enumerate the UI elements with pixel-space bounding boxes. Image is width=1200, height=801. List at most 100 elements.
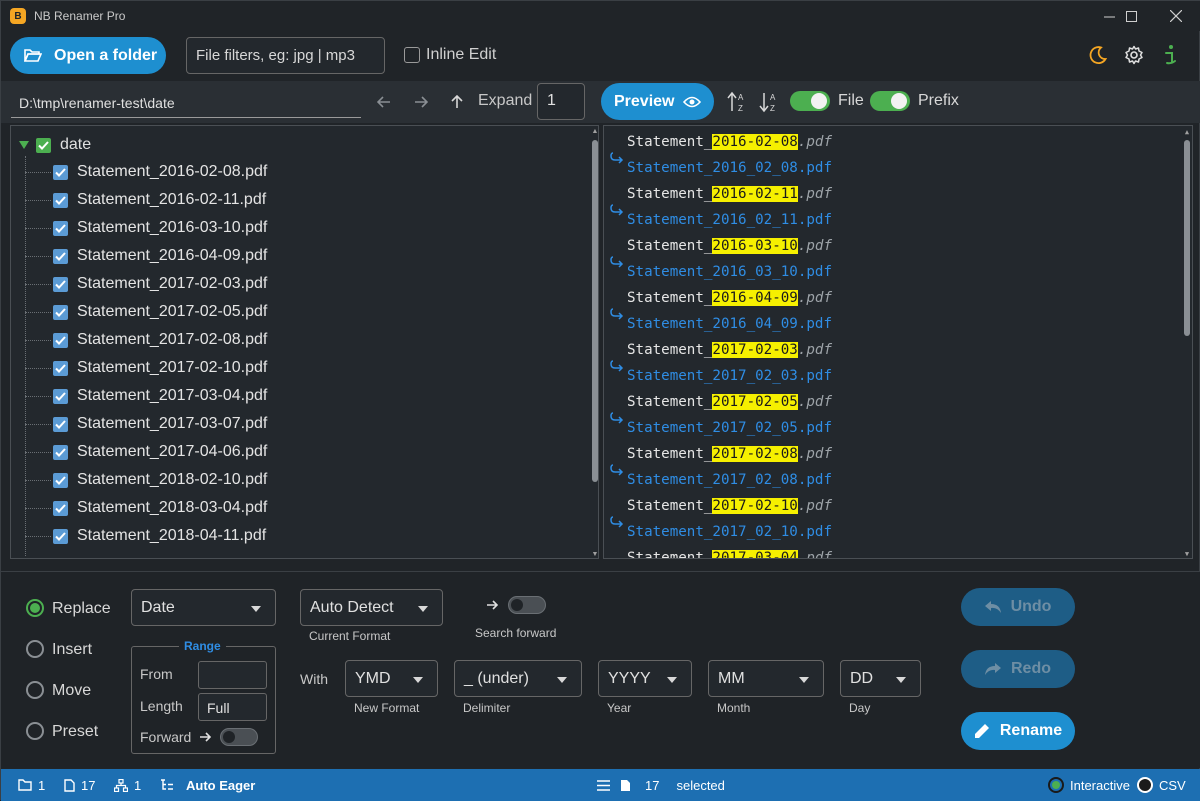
- replace-type-value: Date: [141, 599, 175, 616]
- preview-button[interactable]: Preview: [601, 83, 714, 120]
- info-icon[interactable]: [1159, 44, 1181, 66]
- tree-file-item[interactable]: Statement_2017-02-03.pdf: [25, 273, 267, 295]
- current-format-select[interactable]: Auto Detect: [300, 589, 443, 626]
- file-checkbox[interactable]: [53, 304, 68, 320]
- insert-radio[interactable]: [26, 640, 44, 658]
- file-checkbox[interactable]: [53, 388, 68, 404]
- tree-file-item[interactable]: Statement_2018-04-11.pdf: [25, 525, 266, 547]
- tree-branch-line: [25, 479, 51, 481]
- expand-triangle-icon[interactable]: [19, 141, 29, 149]
- tree-file-item[interactable]: Statement_2016-02-11.pdf: [25, 189, 266, 211]
- preview-scrollbar[interactable]: ▲ ▼: [1182, 128, 1192, 558]
- file-extension: .pdf: [797, 186, 833, 202]
- file-checkbox[interactable]: [53, 220, 68, 236]
- tree-scrollbar[interactable]: ▲ ▼: [590, 128, 598, 558]
- inline-edit-label: Inline Edit: [426, 46, 497, 63]
- current-path-field[interactable]: D:\tmp\renamer-test\date: [11, 89, 361, 118]
- redo-button[interactable]: Redo: [961, 650, 1075, 688]
- new-format-select[interactable]: YMD: [345, 660, 438, 697]
- tree-file-item[interactable]: Statement_2017-04-06.pdf: [25, 441, 267, 463]
- file-checkbox[interactable]: [53, 192, 68, 208]
- tree-file-item[interactable]: Statement_2018-02-10.pdf: [25, 469, 267, 491]
- eye-icon: [683, 96, 702, 107]
- tree-scroll-thumb[interactable]: [592, 140, 598, 482]
- file-checkbox[interactable]: [53, 500, 68, 516]
- name-prefix: Statement_: [627, 290, 713, 306]
- tree-branch-line: [25, 339, 51, 341]
- tree-file-item[interactable]: Statement_2017-02-08.pdf: [25, 329, 267, 351]
- replace-radio[interactable]: [26, 599, 44, 617]
- root-checkbox[interactable]: [36, 137, 51, 153]
- scroll-down-arrow-icon[interactable]: ▼: [590, 551, 598, 558]
- undo-button[interactable]: Undo: [961, 588, 1075, 626]
- file-checkbox[interactable]: [53, 472, 68, 488]
- tree-root-folder[interactable]: date: [19, 134, 91, 156]
- rename-button[interactable]: Rename: [961, 712, 1075, 750]
- file-name: Statement_2016-02-11.pdf: [77, 191, 267, 208]
- delimiter-select[interactable]: _ (under): [454, 660, 582, 697]
- year-select[interactable]: YYYY: [598, 660, 692, 697]
- inline-edit-checkbox[interactable]: [404, 47, 420, 63]
- tree-file-item[interactable]: Statement_2018-03-04.pdf: [25, 497, 267, 519]
- maximize-button[interactable]: [1108, 1, 1154, 31]
- tree-file-item[interactable]: Statement_2016-04-09.pdf: [25, 245, 267, 267]
- file-extension: .pdf: [797, 134, 833, 150]
- back-arrow-icon[interactable]: [372, 90, 396, 114]
- scroll-up-arrow-icon[interactable]: ▲: [590, 128, 598, 135]
- interactive-option[interactable]: Interactive: [1048, 777, 1130, 793]
- interactive-radio[interactable]: [1048, 777, 1064, 793]
- scroll-up-arrow-icon[interactable]: ▲: [1182, 128, 1192, 136]
- file-checkbox[interactable]: [53, 164, 68, 180]
- file-checkbox[interactable]: [53, 528, 68, 544]
- rename-arrow-icon: [610, 204, 624, 216]
- csv-radio[interactable]: [1137, 777, 1153, 793]
- preset-radio[interactable]: [26, 722, 44, 740]
- tree-file-item[interactable]: Statement_2017-03-07.pdf: [25, 413, 267, 435]
- name-prefix: Statement_: [627, 238, 713, 254]
- scroll-down-arrow-icon[interactable]: ▼: [1182, 550, 1192, 558]
- matched-date-highlight: 2017-02-03: [712, 342, 798, 358]
- file-checkbox[interactable]: [53, 248, 68, 264]
- new-name-row: Statement_2017_02_10.pdf: [627, 524, 832, 540]
- name-prefix: Statement_: [627, 134, 713, 150]
- file-name: Statement_2018-04-11.pdf: [77, 527, 267, 544]
- replace-type-select[interactable]: Date: [131, 589, 276, 626]
- tree-file-item[interactable]: Statement_2016-03-10.pdf: [25, 217, 267, 239]
- file-name: Statement_2017-02-05.pdf: [77, 303, 268, 320]
- search-forward-toggle[interactable]: [508, 596, 546, 614]
- move-radio[interactable]: [26, 681, 44, 699]
- up-arrow-icon[interactable]: [445, 90, 469, 114]
- file-checkbox[interactable]: [53, 360, 68, 376]
- forward-toggle[interactable]: [220, 728, 258, 746]
- moon-icon[interactable]: [1087, 44, 1109, 66]
- from-input[interactable]: [198, 661, 267, 689]
- file-checkbox[interactable]: [53, 444, 68, 460]
- file-filter-input[interactable]: [186, 37, 385, 74]
- sort-descending-icon[interactable]: AZ: [759, 91, 779, 113]
- close-button[interactable]: [1153, 1, 1199, 31]
- forward-arrow-icon[interactable]: [409, 90, 433, 114]
- sort-ascending-icon[interactable]: AZ: [727, 91, 747, 113]
- file-checkbox[interactable]: [53, 416, 68, 432]
- chevron-down-icon: [557, 677, 567, 683]
- tree-file-item[interactable]: Statement_2016-02-08.pdf: [25, 161, 267, 183]
- day-select[interactable]: DD: [840, 660, 921, 697]
- prefix-toggle[interactable]: [870, 91, 910, 111]
- expand-level-input[interactable]: 1: [537, 83, 585, 120]
- file-toggle[interactable]: [790, 91, 830, 111]
- mode-indicator[interactable]: Auto Eager: [160, 777, 255, 793]
- menu-icon[interactable]: [597, 779, 610, 791]
- tree-file-item[interactable]: Statement_2017-02-10.pdf: [25, 357, 267, 379]
- tree-file-item[interactable]: Statement_2017-03-04.pdf: [25, 385, 267, 407]
- open-folder-label: Open a folder: [54, 46, 158, 64]
- file-checkbox[interactable]: [53, 276, 68, 292]
- file-checkbox[interactable]: [53, 332, 68, 348]
- preview-scroll-thumb[interactable]: [1184, 140, 1190, 336]
- open-folder-button[interactable]: Open a folder: [10, 37, 166, 74]
- gear-icon[interactable]: [1123, 44, 1145, 66]
- csv-option[interactable]: CSV: [1137, 777, 1186, 793]
- month-select[interactable]: MM: [708, 660, 824, 697]
- length-input[interactable]: Full: [198, 693, 267, 721]
- tree-file-item[interactable]: Statement_2017-02-05.pdf: [25, 301, 267, 323]
- chevron-down-icon: [413, 677, 423, 683]
